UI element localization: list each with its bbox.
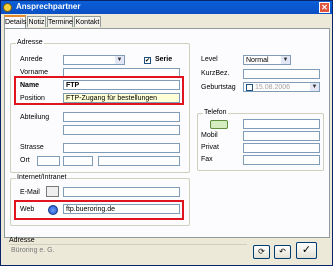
footer-divider: [9, 244, 247, 245]
geburtstag-label: Geburtstag: [201, 84, 236, 91]
privat-field[interactable]: [243, 143, 320, 153]
abteilung-field-2[interactable]: [63, 125, 180, 135]
geburtstag-field[interactable]: 15.08.2006 ▼: [243, 82, 320, 92]
strasse-label: Strasse: [20, 144, 44, 151]
undo-button[interactable]: ↶: [274, 245, 291, 259]
abteilung-label: Abteilung: [20, 114, 50, 121]
ort-field[interactable]: [98, 156, 180, 166]
kurzbez-field[interactable]: [243, 69, 320, 79]
vorname-label: Vorname: [20, 69, 49, 76]
anrede-select[interactable]: ▼: [63, 55, 125, 65]
ansprechpartner-window: Ansprechpartner ✕ Details Notiz Termine …: [0, 0, 333, 266]
footer-adresse-title: Adresse: [9, 237, 35, 244]
chevron-down-icon[interactable]: ▼: [115, 56, 124, 64]
tab-termine[interactable]: Termine: [47, 16, 73, 27]
tab-details[interactable]: Details: [4, 15, 26, 28]
email-label: E-Mail: [20, 189, 40, 196]
tab-notiz[interactable]: Notiz: [27, 16, 46, 27]
serie-checkbox[interactable]: ✔: [144, 57, 151, 64]
details-panel: Adresse Anrede ▼ ✔ Serie Vorname Name FT…: [4, 28, 330, 238]
internet-group-title: Internet/Intranet: [16, 174, 68, 181]
email-icon[interactable]: [46, 186, 59, 197]
strasse-field[interactable]: [63, 143, 180, 153]
close-icon[interactable]: ✕: [319, 2, 330, 13]
adresse-group-title: Adresse: [16, 39, 44, 46]
privat-label: Privat: [201, 144, 219, 151]
highlight-name-position: [14, 76, 184, 105]
anrede-label: Anrede: [20, 56, 43, 63]
land-field[interactable]: [37, 156, 60, 166]
chevron-down-icon[interactable]: ▼: [281, 56, 290, 64]
abteilung-field[interactable]: [63, 112, 180, 122]
level-label: Level: [201, 56, 218, 63]
ort-label: Ort: [20, 157, 30, 164]
plz-field[interactable]: [63, 156, 93, 166]
mobil-label: Mobil: [201, 132, 218, 139]
kurzbez-label: KurzBez.: [201, 70, 230, 77]
title-bar[interactable]: Ansprechpartner ✕: [1, 1, 332, 14]
fax-field[interactable]: [243, 155, 320, 165]
geburtstag-checkbox[interactable]: [246, 84, 253, 91]
window-title: Ansprechpartner: [16, 2, 81, 11]
ok-button[interactable]: ✓: [296, 242, 317, 259]
telefon-field[interactable]: [243, 119, 320, 129]
mobil-field[interactable]: [243, 131, 320, 141]
footer-company: Büroring e. G.: [11, 247, 55, 254]
level-select[interactable]: Normal ▼: [243, 55, 291, 65]
phone-icon[interactable]: [210, 120, 228, 129]
email-field[interactable]: [63, 187, 180, 197]
chevron-down-icon[interactable]: ▼: [310, 83, 319, 91]
refresh-button[interactable]: ⟳: [253, 245, 270, 259]
telefon-group-title: Telefon: [203, 109, 228, 116]
highlight-web: [14, 200, 184, 220]
fax-label: Fax: [201, 156, 213, 163]
app-smiley-icon: [3, 3, 12, 12]
tab-kontakt[interactable]: Kontakt: [74, 16, 101, 27]
serie-label: Serie: [155, 56, 173, 63]
